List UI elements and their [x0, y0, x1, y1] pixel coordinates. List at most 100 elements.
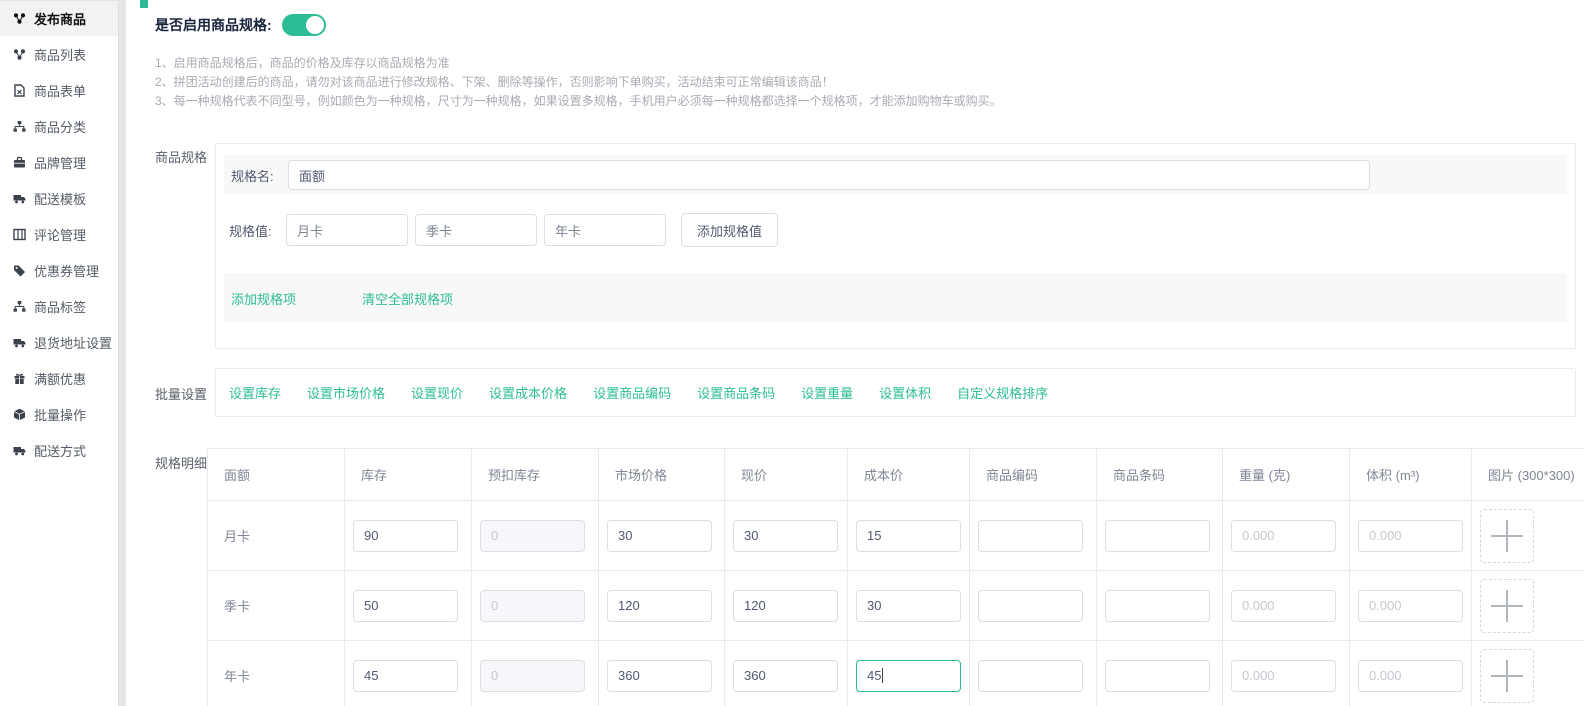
stock-input[interactable] [353, 660, 458, 692]
set-market-price-link[interactable]: 设置市场价格 [307, 383, 385, 402]
weight-input[interactable] [1231, 590, 1336, 622]
spec-enable-label: 是否启用商品规格: [155, 15, 272, 35]
custom-spec-sort-link[interactable]: 自定义规格排序 [957, 383, 1048, 402]
sidebar-item-coupon-management[interactable]: 优惠券管理 [0, 252, 118, 288]
truck-icon [13, 192, 26, 205]
column-header: 成本价 [848, 449, 970, 500]
volume-input[interactable] [1358, 590, 1463, 622]
sidebar-item-comment-management[interactable]: 评论管理 [0, 216, 118, 252]
spec-row-name: 季卡 [224, 596, 250, 615]
spec-links-row: 添加规格项 清空全部规格项 [224, 273, 1567, 323]
hold-stock-input [480, 660, 585, 692]
upload-plus-icon [1506, 590, 1508, 622]
current-price-input[interactable] [733, 590, 838, 622]
cost-price-value: 45 [867, 668, 881, 683]
sidebar-item-label: 商品列表 [34, 45, 86, 64]
sidebar-item-brand-management[interactable]: 品牌管理 [0, 144, 118, 180]
clear-all-spec-link[interactable]: 清空全部规格项 [362, 289, 453, 308]
stock-input[interactable] [353, 590, 458, 622]
sitemap-icon [13, 300, 26, 313]
current-price-input[interactable] [733, 660, 838, 692]
product-code-input[interactable] [978, 590, 1083, 622]
set-current-price-link[interactable]: 设置现价 [411, 383, 463, 402]
spec-name-input[interactable] [288, 160, 1370, 190]
spec-values-row: 规格值: 添加规格值 [229, 213, 778, 247]
spec-value-input[interactable] [544, 214, 666, 246]
spec-value-input[interactable] [286, 214, 408, 246]
image-upload-button[interactable] [1480, 509, 1534, 563]
set-cost-price-link[interactable]: 设置成本价格 [489, 383, 567, 402]
sidebar-item-label: 商品标签 [34, 297, 86, 316]
sidebar-item-publish-product[interactable]: 发布商品 [0, 0, 118, 36]
sidebar-item-delivery-method[interactable]: 配送方式 [0, 432, 118, 468]
detail-section-label: 规格明细 [155, 453, 207, 472]
column-header: 体积 (m³) [1350, 449, 1472, 500]
set-product-code-link[interactable]: 设置商品编码 [593, 383, 671, 402]
column-header: 面额 [208, 449, 345, 500]
sidebar-item-label: 商品表单 [34, 81, 86, 100]
spec-notes: 1、启用商品规格后，商品的价格及库存以商品规格为准 2、拼团活动创建后的商品，请… [155, 54, 1002, 111]
table-row: 季卡 [208, 571, 1584, 641]
add-spec-value-button[interactable]: 添加规格值 [681, 213, 778, 247]
market-price-input[interactable] [607, 590, 712, 622]
tags-icon [13, 264, 26, 277]
batch-section-label: 批量设置 [155, 384, 207, 403]
upload-plus-icon [1506, 520, 1508, 552]
table-row: 月卡 [208, 501, 1584, 571]
product-code-input[interactable] [978, 660, 1083, 692]
spec-enable-toggle[interactable] [282, 14, 326, 36]
product-code-input[interactable] [978, 520, 1083, 552]
sidebar-item-batch-operations[interactable]: 批量操作 [0, 396, 118, 432]
note-line: 3、每一种规格代表不同型号，例如颜色为一种规格，尺寸为一种规格，如果设置多规格，… [155, 92, 1002, 111]
image-upload-button[interactable] [1480, 579, 1534, 633]
market-price-input[interactable] [607, 660, 712, 692]
barcode-input[interactable] [1105, 660, 1210, 692]
weight-input[interactable] [1231, 520, 1336, 552]
sidebar-item-delivery-template[interactable]: 配送模板 [0, 180, 118, 216]
sidebar-item-product-list[interactable]: 商品列表 [0, 36, 118, 72]
market-price-input[interactable] [607, 520, 712, 552]
column-header: 重量 (克) [1223, 449, 1350, 500]
share-icon [13, 48, 26, 61]
set-volume-link[interactable]: 设置体积 [879, 383, 931, 402]
spec-name-row: 规格名: [224, 155, 1567, 195]
barcode-input[interactable] [1105, 590, 1210, 622]
briefcase-icon [13, 156, 26, 169]
volume-input[interactable] [1358, 660, 1463, 692]
cost-price-input[interactable] [856, 590, 961, 622]
sidebar-item-label: 配送模板 [34, 189, 86, 208]
current-price-input[interactable] [733, 520, 838, 552]
barcode-input[interactable] [1105, 520, 1210, 552]
stock-input[interactable] [353, 520, 458, 552]
spec-detail-table: 面额 库存 预扣库存 市场价格 现价 成本价 商品编码 商品条码 重量 (克) … [207, 448, 1584, 706]
column-header: 库存 [345, 449, 472, 500]
set-stock-link[interactable]: 设置库存 [229, 383, 281, 402]
column-header: 图片 (300*300) [1472, 449, 1584, 500]
add-spec-item-link[interactable]: 添加规格项 [231, 289, 296, 308]
cost-price-input-focused[interactable]: 45 [856, 660, 961, 692]
sidebar: 发布商品 商品列表 商品表单 商品分类 品牌管理 配送模板 评论管理 优惠券管理… [0, 0, 118, 706]
sidebar-item-label: 批量操作 [34, 405, 86, 424]
volume-input[interactable] [1358, 520, 1463, 552]
sidebar-item-product-form[interactable]: 商品表单 [0, 72, 118, 108]
spec-value-input[interactable] [415, 214, 537, 246]
set-barcode-link[interactable]: 设置商品条码 [697, 383, 775, 402]
cost-price-input[interactable] [856, 520, 961, 552]
sidebar-item-label: 品牌管理 [34, 153, 86, 172]
sidebar-item-return-address-settings[interactable]: 退货地址设置 [0, 324, 118, 360]
spec-row-name: 年卡 [224, 666, 250, 685]
sidebar-item-label: 评论管理 [34, 225, 86, 244]
column-header: 商品条码 [1097, 449, 1223, 500]
hold-stock-input [480, 520, 585, 552]
share-icon [13, 12, 26, 25]
sidebar-item-full-amount-discount[interactable]: 满额优惠 [0, 360, 118, 396]
batch-panel: 设置库存 设置市场价格 设置现价 设置成本价格 设置商品编码 设置商品条码 设置… [215, 368, 1576, 417]
column-header: 现价 [725, 449, 848, 500]
weight-input[interactable] [1231, 660, 1336, 692]
note-line: 1、启用商品规格后，商品的价格及库存以商品规格为准 [155, 54, 1002, 73]
sidebar-item-product-tags[interactable]: 商品标签 [0, 288, 118, 324]
set-weight-link[interactable]: 设置重量 [801, 383, 853, 402]
image-upload-button[interactable] [1480, 649, 1534, 703]
sidebar-item-label: 退货地址设置 [34, 333, 112, 352]
sidebar-item-product-category[interactable]: 商品分类 [0, 108, 118, 144]
